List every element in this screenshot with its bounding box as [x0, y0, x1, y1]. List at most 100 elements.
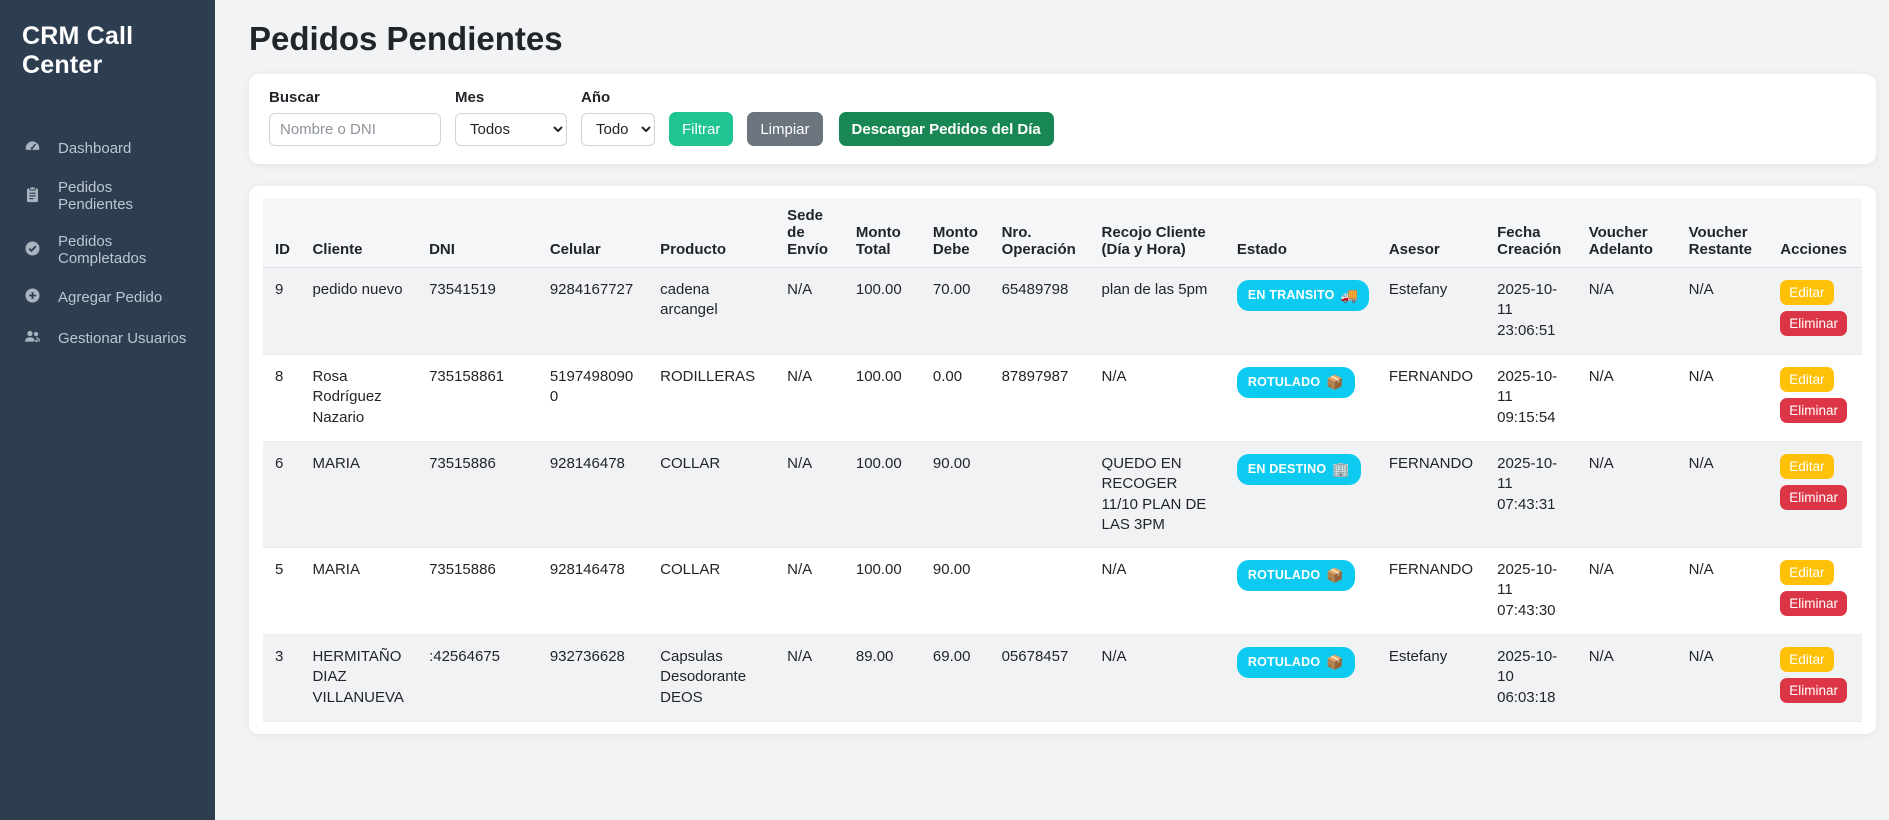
search-label: Buscar — [269, 89, 441, 106]
cell-dni: 73515886 — [417, 442, 538, 548]
col-recojo-cliente: Recojo Cliente (Día y Hora) — [1090, 198, 1225, 268]
table-row: 9 pedido nuevo 73541519 9284167727 caden… — [263, 268, 1862, 355]
cell-monto-total: 89.00 — [844, 635, 921, 722]
cell-asesor: Estefany — [1377, 635, 1485, 722]
cell-nro-operacion — [990, 442, 1090, 548]
cell-producto: Capsulas Desodorante DEOS — [648, 635, 775, 722]
sidebar-item-gestionar-usuarios[interactable]: Gestionar Usuarios — [0, 318, 215, 359]
sidebar-item-label: Agregar Pedido — [58, 289, 162, 306]
cell-monto-debe: 0.00 — [921, 355, 990, 442]
filter-button[interactable]: Filtrar — [669, 112, 733, 146]
delete-button[interactable]: Eliminar — [1780, 485, 1847, 510]
cell-voucher-adelanto: N/A — [1577, 548, 1677, 635]
sidebar-item-label: Gestionar Usuarios — [58, 330, 186, 347]
sidebar-item-pedidos-pendientes[interactable]: Pedidos Pendientes — [0, 169, 215, 223]
estado-label: ROTULADO — [1248, 567, 1320, 584]
month-select[interactable]: Todos — [455, 113, 567, 146]
cell-fecha: 2025-10-11 07:43:30 — [1485, 548, 1577, 635]
filter-bar: Buscar Mes Todos Año Todos Filtrar Limpi… — [249, 74, 1876, 164]
sidebar-item-agregar-pedido[interactable]: Agregar Pedido — [0, 277, 215, 318]
package-icon: 📦 — [1326, 566, 1344, 585]
cell-recojo: plan de las 5pm — [1090, 268, 1225, 355]
cell-nro-operacion — [990, 548, 1090, 635]
package-icon: 📦 — [1326, 373, 1344, 392]
page-title: Pedidos Pendientes — [249, 20, 1876, 58]
estado-badge: ROTULADO 📦 — [1237, 560, 1355, 591]
delete-button[interactable]: Eliminar — [1780, 678, 1847, 703]
download-orders-button[interactable]: Descargar Pedidos del Día — [839, 112, 1054, 146]
cell-fecha: 2025-10-11 23:06:51 — [1485, 268, 1577, 355]
orders-table: ID Cliente DNI Celular Producto Sede de … — [263, 198, 1862, 722]
cell-acciones: Editar Eliminar — [1768, 548, 1862, 635]
cell-dni: 73541519 — [417, 268, 538, 355]
edit-button[interactable]: Editar — [1780, 280, 1833, 305]
sidebar-item-label: Pedidos Pendientes — [58, 179, 191, 213]
estado-label: ROTULADO — [1248, 374, 1320, 391]
app-brand: CRM Call Center — [0, 18, 215, 80]
cell-monto-total: 100.00 — [844, 355, 921, 442]
cell-producto: RODILLERAS — [648, 355, 775, 442]
delete-button[interactable]: Eliminar — [1780, 591, 1847, 616]
cell-cliente: pedido nuevo — [300, 268, 417, 355]
cell-asesor: FERNANDO — [1377, 442, 1485, 548]
cell-monto-debe: 90.00 — [921, 442, 990, 548]
cell-id: 3 — [263, 635, 300, 722]
cell-recojo: N/A — [1090, 355, 1225, 442]
estado-badge: ROTULADO 📦 — [1237, 367, 1355, 398]
cell-celular: 928146478 — [538, 548, 648, 635]
cell-asesor: FERNANDO — [1377, 355, 1485, 442]
cell-monto-debe: 90.00 — [921, 548, 990, 635]
cell-voucher-adelanto: N/A — [1577, 268, 1677, 355]
cell-dni: 735158861 — [417, 355, 538, 442]
cell-cliente: MARIA — [300, 548, 417, 635]
edit-button[interactable]: Editar — [1780, 560, 1833, 585]
col-acciones: Acciones — [1768, 198, 1862, 268]
search-input[interactable] — [269, 113, 441, 146]
sidebar-item-dashboard[interactable]: Dashboard — [0, 128, 215, 169]
delete-button[interactable]: Eliminar — [1780, 311, 1847, 336]
check-circle-icon — [24, 240, 41, 261]
main-content: Pedidos Pendientes Buscar Mes Todos Año … — [215, 0, 1889, 820]
edit-button[interactable]: Editar — [1780, 367, 1833, 392]
cell-producto: COLLAR — [648, 442, 775, 548]
cell-id: 8 — [263, 355, 300, 442]
cell-monto-total: 100.00 — [844, 548, 921, 635]
cell-voucher-restante: N/A — [1677, 548, 1769, 635]
cell-sede: N/A — [775, 355, 844, 442]
orders-table-card: ID Cliente DNI Celular Producto Sede de … — [249, 186, 1876, 734]
cell-cliente: Rosa Rodríguez Nazario — [300, 355, 417, 442]
cell-producto: cadena arcangel — [648, 268, 775, 355]
cell-fecha: 2025-10-11 07:43:31 — [1485, 442, 1577, 548]
cell-acciones: Editar Eliminar — [1768, 442, 1862, 548]
gauge-icon — [24, 138, 41, 159]
cell-voucher-restante: N/A — [1677, 355, 1769, 442]
month-group: Mes Todos — [455, 89, 567, 146]
cell-sede: N/A — [775, 268, 844, 355]
cell-voucher-adelanto: N/A — [1577, 635, 1677, 722]
cell-voucher-restante: N/A — [1677, 442, 1769, 548]
delete-button[interactable]: Eliminar — [1780, 398, 1847, 423]
col-nro-operacion: Nro. Operación — [990, 198, 1090, 268]
sidebar-item-pedidos-completados[interactable]: Pedidos Completados — [0, 223, 215, 277]
cell-nro-operacion: 65489798 — [990, 268, 1090, 355]
cell-estado: ROTULADO 📦 — [1225, 635, 1377, 722]
col-monto-debe: Monto Debe — [921, 198, 990, 268]
cell-dni: :42564675 — [417, 635, 538, 722]
cell-id: 6 — [263, 442, 300, 548]
col-producto: Producto — [648, 198, 775, 268]
cell-recojo: QUEDO EN RECOGER 11/10 PLAN DE LAS 3PM — [1090, 442, 1225, 548]
col-monto-total: Monto Total — [844, 198, 921, 268]
month-label: Mes — [455, 89, 567, 106]
edit-button[interactable]: Editar — [1780, 454, 1833, 479]
col-voucher-restante: Voucher Restante — [1677, 198, 1769, 268]
cell-sede: N/A — [775, 442, 844, 548]
cell-estado: EN TRANSITO 🚚 — [1225, 268, 1377, 355]
cell-cliente: HERMITAÑO DIAZ VILLANUEVA — [300, 635, 417, 722]
clear-button[interactable]: Limpiar — [747, 112, 822, 146]
edit-button[interactable]: Editar — [1780, 647, 1833, 672]
col-sede-envio: Sede de Envío — [775, 198, 844, 268]
year-select[interactable]: Todos — [581, 113, 655, 146]
sidebar: CRM Call Center Dashboard Pedidos Pendie… — [0, 0, 215, 820]
cell-recojo: N/A — [1090, 548, 1225, 635]
estado-label: EN DESTINO — [1248, 461, 1326, 478]
